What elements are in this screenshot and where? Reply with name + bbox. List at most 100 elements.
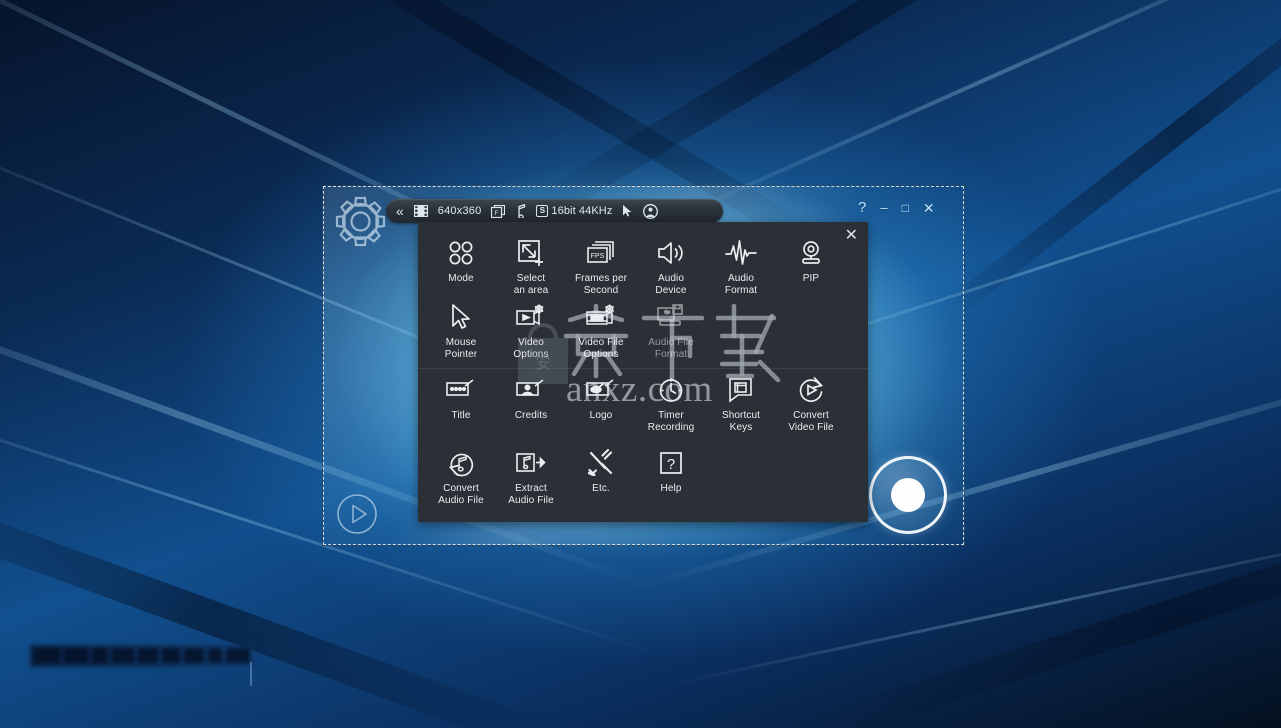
options-menu-panel: ✕ Mode Select an area FPS Frames per Sec…: [418, 222, 868, 522]
menu-item-etc[interactable]: Etc.: [566, 448, 636, 516]
menu-item-label: Mode: [448, 273, 474, 284]
title-icon: [443, 375, 479, 405]
menu-item-empty: [776, 302, 846, 368]
svg-text:FPS: FPS: [591, 253, 605, 260]
menu-row-2: Mouse Pointer Video Options Video File O…: [418, 296, 868, 368]
shortcut-keys-icon: [723, 375, 759, 405]
menu-item-convert-audio-file[interactable]: Convert Audio File: [426, 448, 496, 516]
mouse-pointer-icon[interactable]: [622, 199, 633, 223]
panel-close-button[interactable]: ✕: [845, 228, 858, 244]
menu-item-audio-device[interactable]: Audio Device: [636, 238, 706, 296]
empty-slot-icon: [793, 302, 829, 332]
video-options-icon: [513, 302, 549, 332]
menu-item-empty: [706, 448, 776, 516]
menu-item-label: Audio Format: [724, 273, 758, 296]
toolbar-collapse-button[interactable]: «: [396, 199, 404, 223]
timer-icon: [653, 375, 689, 405]
tools-icon: [583, 448, 619, 478]
extract-audio-icon: [513, 448, 549, 478]
menu-item-label: Logo: [589, 410, 613, 421]
menu-item-label: Audio File Format: [648, 337, 694, 360]
maximize-button[interactable]: □: [902, 202, 909, 214]
music-note-icon[interactable]: [515, 199, 526, 223]
menu-item-video-file-options[interactable]: Video File Options: [566, 302, 636, 368]
record-dot: [891, 478, 925, 512]
text-caret: [250, 662, 252, 686]
svg-text:F: F: [495, 209, 499, 216]
menu-item-shortcut-keys[interactable]: Shortcut Keys: [706, 375, 776, 442]
menu-item-label: PIP: [802, 273, 820, 284]
mouse-pointer-icon: [443, 302, 479, 332]
frames-icon[interactable]: F: [491, 199, 506, 223]
menu-item-label: Etc.: [592, 483, 610, 494]
menu-item-label: Frames per Second: [574, 273, 628, 296]
menu-item-label: Convert Video File: [788, 410, 834, 433]
record-button[interactable]: [869, 456, 947, 534]
menu-item-credits[interactable]: Credits: [496, 375, 566, 442]
convert-audio-icon: [443, 448, 479, 478]
menu-item-audio-format[interactable]: Audio Format: [706, 238, 776, 296]
video-file-options-icon: [583, 302, 619, 332]
menu-item-label: Help: [660, 483, 682, 494]
menu-item-frames-per-second[interactable]: FPS Frames per Second: [566, 238, 636, 296]
menu-item-label: Mouse Pointer: [444, 337, 478, 360]
menu-item-timer-recording[interactable]: Timer Recording: [636, 375, 706, 442]
audio-format-value[interactable]: S 16bit 44KHz: [536, 199, 612, 223]
menu-item-help[interactable]: ? Help: [636, 448, 706, 516]
menu-item-label: Extract Audio File: [508, 483, 554, 506]
convert-video-icon: [793, 375, 829, 405]
help-button[interactable]: ?: [858, 200, 866, 215]
menu-item-audio-file-format[interactable]: Audio File Format: [636, 302, 706, 368]
menu-item-title[interactable]: Title: [426, 375, 496, 442]
menu-item-mode[interactable]: Mode: [426, 238, 496, 296]
menu-row-3: Title Credits Logo Timer Recording Short…: [418, 368, 868, 442]
audio-format-badge: S: [536, 205, 549, 217]
menu-item-label: Select an area: [513, 273, 549, 296]
menu-item-empty: [776, 448, 846, 516]
menu-item-label: Timer Recording: [647, 410, 695, 433]
menu-item-label: Convert Audio File: [438, 483, 484, 506]
menu-item-label: Audio Device: [655, 273, 687, 296]
menu-item-label: Video Options: [513, 337, 549, 360]
collapse-label: «: [396, 203, 404, 219]
menu-row-4: Convert Audio File Extract Audio File Et…: [418, 442, 868, 516]
audio-format-icon: [723, 238, 759, 268]
menu-item-label: Shortcut Keys: [721, 410, 761, 433]
menu-item-select-an-area[interactable]: Select an area: [496, 238, 566, 296]
svg-text:?: ?: [667, 456, 675, 473]
help-icon: ?: [653, 448, 689, 478]
menu-item-extract-audio-file[interactable]: Extract Audio File: [496, 448, 566, 516]
logo-icon: [583, 375, 619, 405]
taskbar-blur: [30, 645, 255, 667]
close-button[interactable]: ✕: [923, 201, 935, 215]
capture-toolbar[interactable]: « 640x360 F S 16bit 44KHz: [386, 199, 723, 223]
film-icon[interactable]: [413, 199, 428, 223]
select-area-icon: [513, 238, 549, 268]
menu-item-convert-video-file[interactable]: Convert Video File: [776, 375, 846, 442]
resolution-value[interactable]: 640x360: [438, 199, 482, 223]
window-controls[interactable]: ? – □ ✕: [858, 200, 935, 215]
menu-item-logo[interactable]: Logo: [566, 375, 636, 442]
minimize-button[interactable]: –: [880, 201, 887, 214]
pip-icon[interactable]: [643, 199, 659, 223]
audio-file-format-icon: [653, 302, 689, 332]
menu-item-label: Video File Options: [578, 337, 624, 360]
pip-camera-icon: [793, 238, 829, 268]
menu-item-mouse-pointer[interactable]: Mouse Pointer: [426, 302, 496, 368]
menu-item-label: Title: [451, 410, 471, 421]
menu-item-video-options[interactable]: Video Options: [496, 302, 566, 368]
fps-icon: FPS: [583, 238, 619, 268]
empty-slot-icon: [793, 448, 829, 478]
mode-icon: [443, 238, 479, 268]
empty-slot-icon: [723, 448, 759, 478]
menu-item-empty: [706, 302, 776, 368]
audio-format-text: 16bit 44KHz: [551, 205, 613, 217]
menu-item-label: Credits: [514, 410, 548, 421]
audio-device-icon: [653, 238, 689, 268]
gear-icon[interactable]: [333, 194, 388, 249]
empty-slot-icon: [723, 302, 759, 332]
play-icon[interactable]: [335, 492, 379, 536]
menu-row-1: Mode Select an area FPS Frames per Secon…: [418, 222, 868, 296]
menu-item-pip[interactable]: PIP: [776, 238, 846, 296]
credits-icon: [513, 375, 549, 405]
